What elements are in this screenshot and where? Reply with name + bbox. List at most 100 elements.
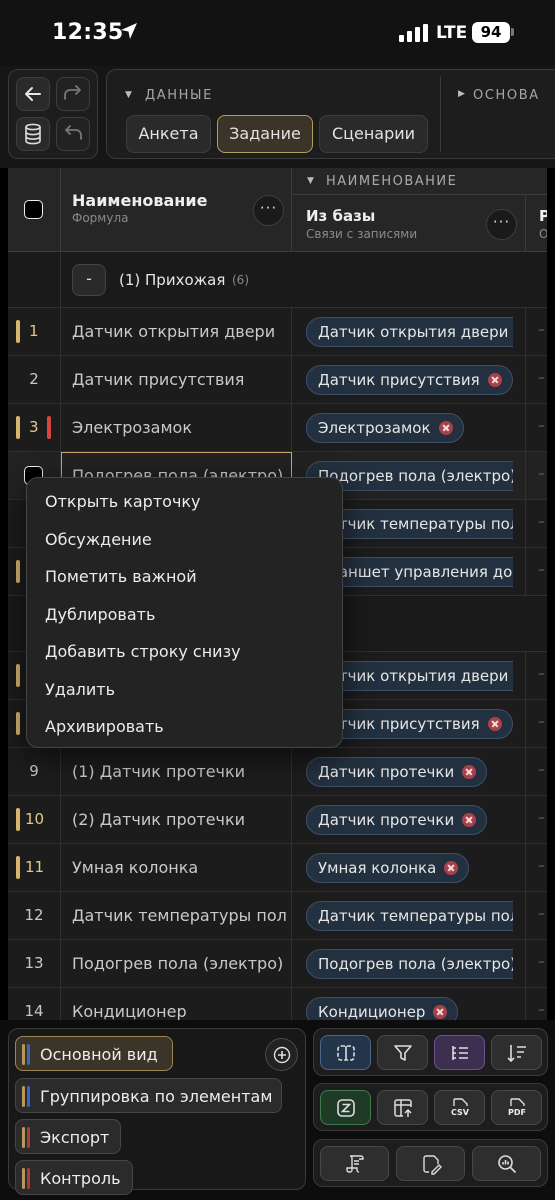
remove-link-icon[interactable]	[487, 373, 502, 387]
search-records-button[interactable]	[472, 1146, 541, 1181]
row-marker	[16, 856, 20, 879]
arrow-left-icon	[25, 87, 41, 101]
column-divider	[525, 308, 526, 355]
row-number: 12	[24, 906, 44, 924]
link-cell[interactable]: Умная колонка	[293, 844, 513, 891]
link-chip[interactable]: Датчик протечки	[306, 757, 488, 787]
group-divider	[440, 76, 441, 152]
redo-button[interactable]	[56, 77, 90, 111]
link-cell[interactable]: Датчик присутствия	[293, 356, 513, 403]
link-cell[interactable]: Датчик протечки	[293, 796, 513, 843]
tab-scenarii[interactable]: Сценарии	[319, 115, 428, 153]
name-cell[interactable]: Датчик температуры пол	[61, 892, 292, 939]
remove-link-icon[interactable]	[462, 765, 477, 779]
filter-icon	[393, 1044, 412, 1061]
name-cell[interactable]: Умная колонка	[61, 844, 292, 891]
edit-record-button[interactable]	[396, 1146, 465, 1181]
link-cell[interactable]: Подогрев пола (электро)	[293, 940, 513, 987]
filter-button[interactable]	[377, 1035, 428, 1070]
name-cell[interactable]: Подогрев пола (электро)	[61, 940, 292, 987]
name-cell[interactable]: Электрозамок	[61, 404, 292, 451]
remove-link-icon[interactable]	[444, 861, 459, 875]
table-row[interactable]: 12 Датчик температуры пол Датчик темпера…	[8, 892, 547, 940]
link-cell[interactable]: Датчик открытия двери	[293, 308, 513, 355]
link-chip[interactable]: Датчик протечки	[306, 805, 488, 835]
row-name: Датчик присутствия	[72, 370, 245, 389]
link-chip-label: Кондиционер	[318, 1003, 426, 1020]
table-row[interactable]: 13 Подогрев пола (электро) Подогрев пола…	[8, 940, 547, 988]
undo-button[interactable]	[56, 117, 90, 151]
view-export[interactable]: Экспорт	[15, 1119, 121, 1154]
link-chip-label: Датчик температуры пола	[318, 515, 513, 533]
view-type-marker	[27, 1168, 30, 1189]
table-row[interactable]: 3 Электрозамок Электрозамок –	[8, 404, 547, 452]
remove-link-icon[interactable]	[462, 813, 477, 827]
menu-item-archive[interactable]: Архивировать	[45, 717, 164, 736]
link-cell[interactable]: Кондиционер	[293, 988, 513, 1020]
caret-right-icon: ▶	[458, 89, 465, 99]
menu-item-open-card[interactable]: Открыть карточку	[45, 492, 201, 511]
remove-link-icon[interactable]	[433, 1005, 448, 1019]
empty-cell: –	[538, 810, 545, 826]
remove-link-icon[interactable]	[487, 717, 502, 731]
link-cell[interactable]: Датчик протечки	[293, 748, 513, 795]
name-cell[interactable]: (2) Датчик протечки	[61, 796, 292, 843]
remove-link-icon[interactable]	[438, 421, 453, 435]
zapier-button[interactable]	[320, 1090, 371, 1125]
tab-zadanie[interactable]: Задание	[217, 115, 313, 153]
csv-export-button[interactable]: CSV	[434, 1090, 485, 1125]
link-chip[interactable]: Датчик температуры пола	[306, 901, 513, 931]
name-cell[interactable]: Датчик присутствия	[61, 356, 292, 403]
link-chip[interactable]: Датчик присутствия	[306, 365, 513, 395]
name-cell[interactable]: Датчик открытия двери	[61, 308, 292, 355]
link-cell[interactable]: Электрозамок	[293, 404, 513, 451]
link-chip[interactable]: Умная колонка	[306, 853, 470, 883]
database-button[interactable]	[16, 117, 50, 151]
name-cell[interactable]: Кондиционер	[61, 988, 292, 1020]
scroll-form-button[interactable]	[320, 1146, 389, 1181]
battery-indicator: 94	[472, 22, 510, 43]
link-chip[interactable]: Подогрев пола (электро)	[306, 949, 513, 979]
menu-item-delete[interactable]: Удалить	[45, 680, 115, 699]
view-grouping[interactable]: Группировка по элементам	[15, 1078, 282, 1113]
table-row[interactable]: 14 Кондиционер Кондиционер –	[8, 988, 547, 1020]
sort-button[interactable]	[491, 1035, 542, 1070]
columns-icon	[336, 1044, 355, 1061]
add-view-button[interactable]	[265, 1038, 298, 1071]
link-chip[interactable]: Электрозамок	[306, 413, 464, 443]
column-menu-button[interactable]: ···	[253, 195, 284, 226]
row-number: 13	[24, 954, 44, 972]
menu-item-mark-important[interactable]: Пометить важной	[45, 567, 197, 586]
name-cell[interactable]: (1) Датчик протечки	[61, 748, 292, 795]
column-divider	[525, 548, 526, 595]
group-list-button[interactable]	[434, 1035, 485, 1070]
row-name: (1) Датчик протечки	[72, 762, 246, 781]
select-all-checkbox[interactable]	[24, 200, 43, 219]
view-control[interactable]: Контроль	[15, 1160, 133, 1195]
table-row[interactable]: 2 Датчик присутствия Датчик присутствия …	[8, 356, 547, 404]
tab-anketa[interactable]: Анкета	[126, 115, 211, 153]
column-divider	[525, 652, 526, 699]
table-row[interactable]: 11 Умная колонка Умная колонка –	[8, 844, 547, 892]
column-menu-button[interactable]: ···	[486, 209, 517, 240]
link-chip[interactable]: Датчик открытия двери	[306, 317, 513, 347]
link-chip[interactable]: Кондиционер	[306, 997, 459, 1020]
group-collapse-button[interactable]: -	[72, 264, 106, 296]
table-export-button[interactable]	[377, 1090, 428, 1125]
menu-item-duplicate[interactable]: Дублировать	[45, 605, 155, 624]
row-context-menu: Открыть карточку Обсуждение Пометить важ…	[26, 477, 343, 748]
table-row[interactable]: 9 (1) Датчик протечки Датчик протечки –	[8, 748, 547, 796]
table-row[interactable]: 10 (2) Датчик протечки Датчик протечки –	[8, 796, 547, 844]
empty-cell: –	[538, 562, 545, 578]
empty-cell: –	[538, 762, 545, 778]
back-button[interactable]	[16, 77, 50, 111]
pdf-export-button[interactable]: PDF	[491, 1090, 542, 1125]
table-row[interactable]: 1 Датчик открытия двери Датчик открытия …	[8, 308, 547, 356]
columns-toggle-button[interactable]	[320, 1035, 371, 1070]
empty-cell: –	[538, 858, 545, 874]
menu-item-add-row-below[interactable]: Добавить строку снизу	[45, 642, 241, 661]
view-main[interactable]: Основной вид	[15, 1036, 173, 1071]
link-cell[interactable]: Датчик температуры пола	[293, 892, 513, 939]
menu-item-discussion[interactable]: Обсуждение	[45, 530, 152, 549]
empty-cell: –	[538, 322, 545, 338]
